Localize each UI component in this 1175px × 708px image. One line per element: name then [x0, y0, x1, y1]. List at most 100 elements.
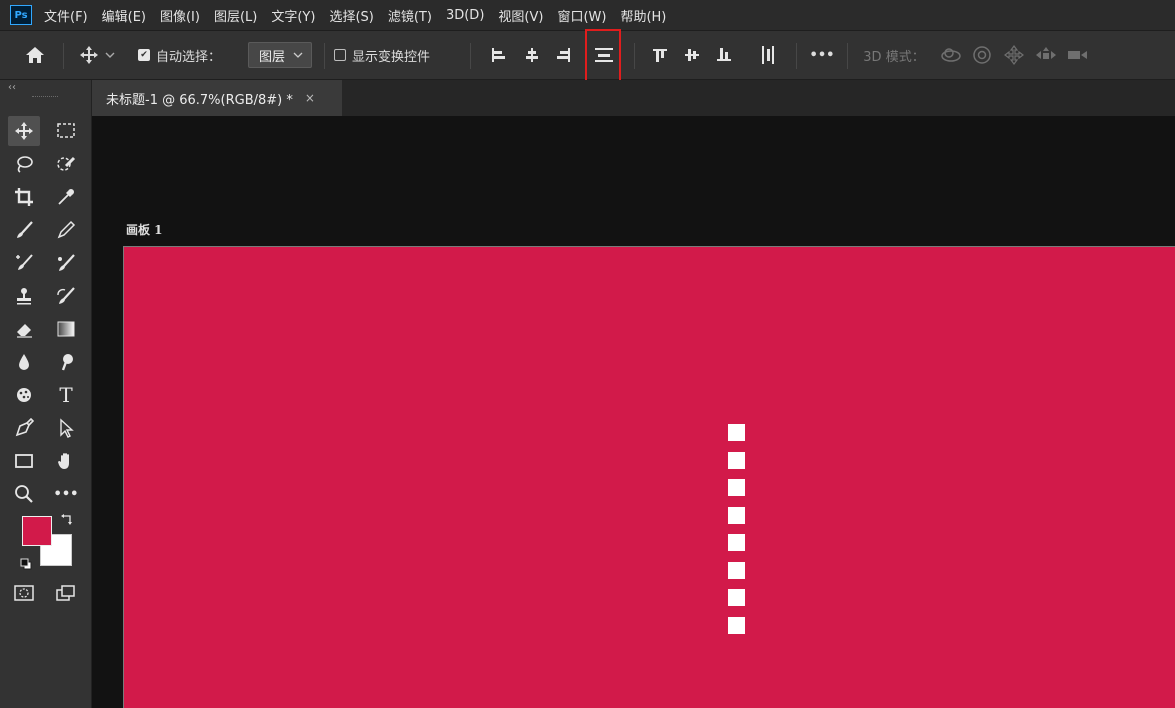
close-icon[interactable]: × — [305, 91, 315, 105]
align-vertical-centers-button[interactable] — [680, 31, 704, 79]
hand-tool[interactable] — [50, 446, 82, 476]
checkbox-checked-icon: ✔ — [138, 49, 150, 61]
collapse-panel-button[interactable]: ‹‹ — [8, 82, 16, 93]
3d-scale-button[interactable] — [1064, 31, 1094, 79]
quick-mask-button[interactable] — [8, 578, 40, 608]
panel-grip[interactable] — [32, 96, 58, 99]
document-tab-title: 未标题-1 @ 66.7%(RGB/8#) * — [106, 92, 293, 108]
quick-selection-tool[interactable] — [50, 149, 82, 179]
lasso-tool[interactable] — [8, 149, 40, 179]
screen-mode-icon — [56, 585, 75, 601]
white-square-layer[interactable] — [728, 451, 745, 469]
menu-view[interactable]: 视图(V) — [498, 6, 543, 25]
water-drop-icon — [19, 354, 29, 370]
pencil-icon — [57, 220, 76, 239]
align-right-icon — [557, 48, 570, 62]
gradient-tool[interactable] — [50, 314, 82, 344]
menu-type[interactable]: 文字(Y) — [271, 6, 315, 25]
foreground-color-swatch[interactable] — [22, 516, 52, 546]
brush-tool[interactable] — [8, 215, 40, 245]
clone-stamp-tool[interactable] — [8, 281, 40, 311]
move-tool-preset-button[interactable] — [74, 31, 122, 79]
photoshop-logo: Ps — [10, 5, 32, 25]
more-icon: ••• — [809, 47, 835, 63]
distribute-horizontal-spacing-button[interactable] — [756, 31, 780, 79]
pan-icon — [1004, 45, 1024, 65]
rectangle-icon — [15, 454, 33, 468]
white-square-layer[interactable] — [728, 424, 745, 441]
3d-roll-button[interactable] — [968, 31, 996, 79]
white-square-layer[interactable] — [728, 589, 745, 606]
white-square-layer[interactable] — [728, 506, 745, 524]
blur-tool[interactable] — [8, 347, 40, 377]
menu-bar: Ps 文件(F) 编辑(E) 图像(I) 图层(L) 文字(Y) 选择(S) 滤… — [0, 0, 1175, 30]
3d-slide-button[interactable] — [1032, 31, 1060, 79]
default-colors-button[interactable] — [16, 554, 36, 574]
rectangle-tool[interactable] — [8, 446, 40, 476]
path-selection-tool[interactable] — [50, 413, 82, 443]
document-tab-bar: 未标题-1 @ 66.7%(RGB/8#) * × — [92, 80, 1175, 116]
sponge-tool[interactable] — [8, 380, 40, 410]
history-brush-tool[interactable] — [50, 281, 82, 311]
swap-colors-button[interactable] — [56, 510, 78, 528]
screen-mode-button[interactable] — [50, 578, 82, 608]
artboard-canvas[interactable] — [123, 246, 1175, 708]
white-square-layer[interactable] — [728, 479, 745, 496]
white-square-layer[interactable] — [728, 561, 745, 579]
menu-window[interactable]: 窗口(W) — [557, 6, 606, 25]
menu-help[interactable]: 帮助(H) — [620, 6, 666, 25]
align-right-edges-button[interactable] — [552, 31, 576, 79]
menu-image[interactable]: 图像(I) — [160, 6, 200, 25]
crop-tool[interactable] — [8, 182, 40, 212]
more-options-button[interactable]: ••• — [806, 31, 838, 79]
artboard-name-label[interactable]: 画板 1 — [126, 221, 163, 238]
more-icon: ••• — [53, 486, 79, 502]
align-bottom-edges-button[interactable] — [712, 31, 736, 79]
move-tool[interactable] — [8, 116, 40, 146]
3d-orbit-button[interactable] — [936, 31, 966, 79]
magnifier-icon — [15, 485, 33, 503]
align-horizontal-centers-button[interactable] — [520, 31, 544, 79]
orbit-icon — [941, 48, 961, 62]
white-square-layer[interactable] — [728, 534, 745, 551]
menu-layer[interactable]: 图层(L) — [214, 6, 257, 25]
lasso-icon — [17, 156, 33, 173]
align-top-edges-button[interactable] — [648, 31, 672, 79]
eyedropper-tool[interactable] — [50, 182, 82, 212]
zoom-tool[interactable] — [8, 479, 40, 509]
video-camera-icon — [1068, 51, 1087, 59]
align-left-edges-button[interactable] — [486, 31, 510, 79]
healing-brush-icon — [16, 254, 33, 270]
rectangular-marquee-tool[interactable] — [50, 116, 82, 146]
mixer-brush-icon — [58, 254, 75, 271]
3d-mode-label: 3D 模式： — [863, 49, 925, 65]
spot-healing-tool[interactable] — [8, 248, 40, 278]
show-transform-controls-checkbox[interactable]: 显示变换控件 — [334, 31, 452, 79]
align-top-icon — [653, 49, 667, 62]
move-icon — [15, 122, 33, 140]
menu-file[interactable]: 文件(F) — [44, 6, 88, 25]
edit-toolbar-button[interactable]: ••• — [50, 479, 82, 509]
menu-3d[interactable]: 3D(D) — [446, 8, 484, 23]
home-button[interactable] — [20, 31, 50, 79]
distribute-horizontal-spacing-icon — [762, 46, 774, 64]
separator — [634, 43, 635, 69]
document-tab[interactable]: 未标题-1 @ 66.7%(RGB/8#) * × — [92, 80, 342, 116]
menu-select[interactable]: 选择(S) — [329, 6, 373, 25]
quick-mask-icon — [14, 585, 34, 601]
mixer-brush-tool[interactable] — [50, 248, 82, 278]
white-square-layer[interactable] — [728, 616, 745, 634]
dodge-tool[interactable] — [50, 347, 82, 377]
menu-filter[interactable]: 滤镜(T) — [388, 6, 432, 25]
auto-select-checkbox[interactable]: ✔ 自动选择： — [138, 31, 238, 79]
3d-pan-button[interactable] — [1000, 31, 1028, 79]
auto-select-target-dropdown[interactable]: 图层 — [246, 31, 314, 79]
eraser-tool[interactable] — [8, 314, 40, 344]
menu-edit[interactable]: 编辑(E) — [102, 6, 146, 25]
align-vertical-center-icon — [685, 49, 699, 61]
home-icon — [26, 47, 44, 63]
slide-icon — [1036, 47, 1056, 59]
pen-tool[interactable] — [8, 413, 40, 443]
pencil-tool[interactable] — [50, 215, 82, 245]
type-tool[interactable]: T — [50, 380, 82, 410]
